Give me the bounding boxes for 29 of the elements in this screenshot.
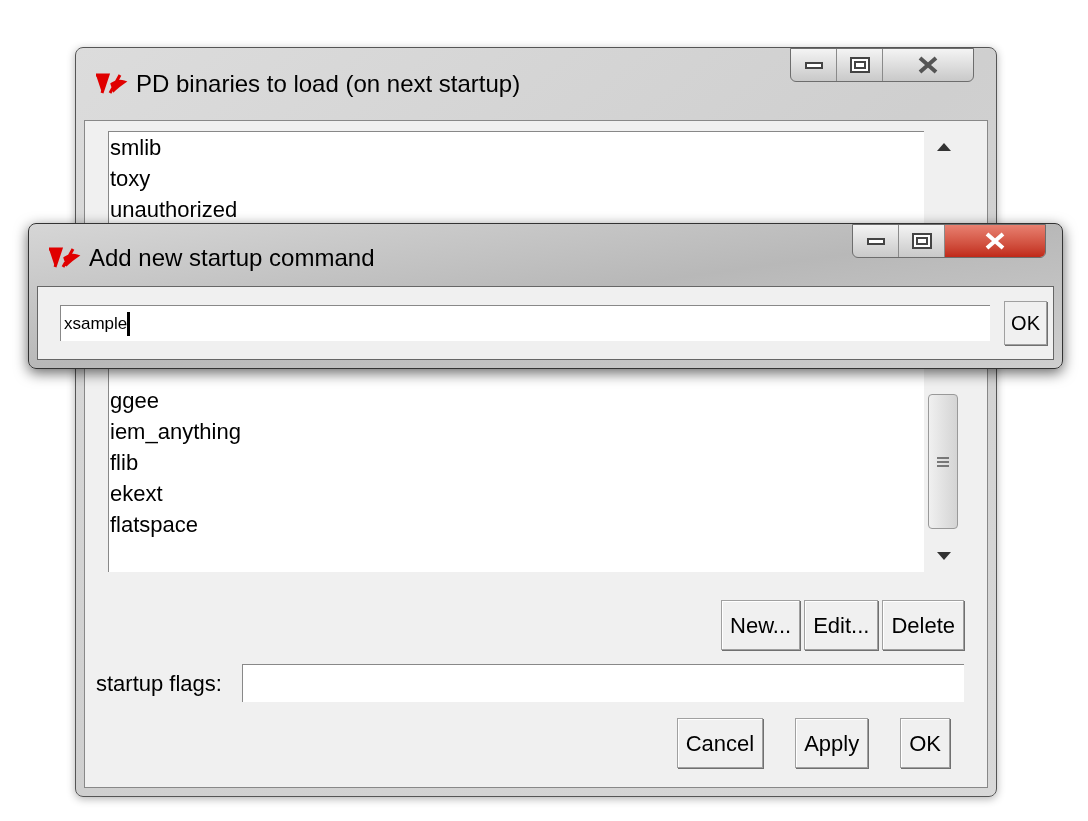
field-label: startup flags: [96,669,222,698]
list-item[interactable]: ekext [110,478,163,509]
window-title: PD binaries to load (on next startup) [136,69,521,99]
startup-flags-field[interactable] [241,664,964,702]
dialog-button[interactable]: Apply [795,718,869,768]
list-item[interactable]: ggee [110,385,159,416]
feather-logo-icon [94,72,128,96]
scroll-up-icon[interactable] [937,143,951,151]
list-item[interactable]: toxy [110,163,151,194]
list-action-button[interactable]: New... [721,600,801,650]
command-input[interactable]: xsample [60,305,991,341]
dialog-button[interactable]: Cancel [676,718,764,768]
popup-title: Add new startup command [89,243,375,273]
dialog-button[interactable]: OK [900,718,950,768]
list-item[interactable]: unauthorized [110,194,238,225]
scroll-thumb[interactable] [928,394,958,529]
list-action-button[interactable]: Delete [882,600,964,650]
list-item[interactable]: flib [110,447,139,478]
feather-logo-icon [47,246,81,270]
grip-icon [937,455,949,468]
list-item[interactable]: iem_anything [110,416,241,447]
close-icon [917,56,939,74]
close-icon [984,232,1006,250]
list-item[interactable]: smlib [110,132,162,163]
scroll-down-icon[interactable] [937,552,951,560]
list-action-button[interactable]: Edit... [804,600,879,650]
list-item[interactable]: flatspace [110,509,199,540]
close-button[interactable] [945,225,1045,257]
ok-button[interactable]: OK [1004,301,1047,345]
